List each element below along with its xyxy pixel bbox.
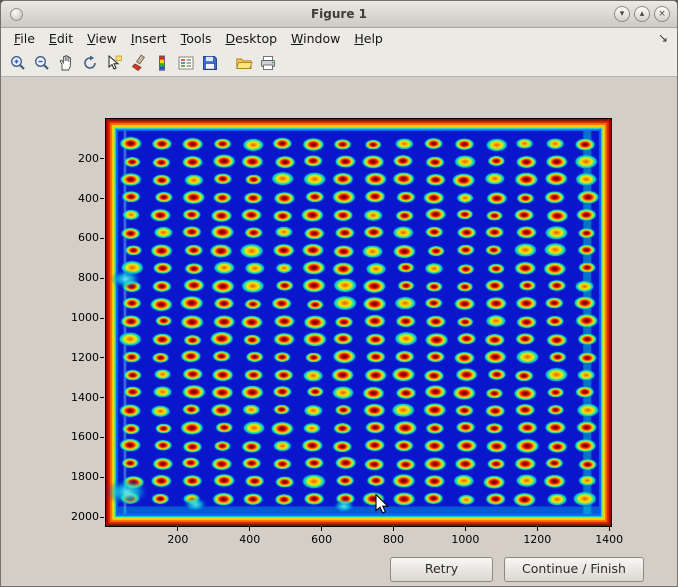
y-tick-label: 1400 [55, 391, 99, 404]
y-tick-label: 400 [55, 192, 99, 205]
y-tick-label: 600 [55, 231, 99, 244]
y-tick-mark [100, 318, 104, 319]
printer-icon [259, 54, 277, 72]
y-tick-mark [100, 437, 104, 438]
data-cursor-button[interactable] [102, 51, 125, 74]
x-tick-mark [537, 527, 538, 531]
y-tick-label: 1800 [55, 470, 99, 483]
x-tick-label: 400 [228, 533, 272, 546]
y-tick-mark [100, 477, 104, 478]
rotate-3d-button[interactable] [78, 51, 101, 74]
insert-legend-button[interactable] [174, 51, 197, 74]
x-tick-mark [177, 527, 178, 531]
open-folder-icon [235, 54, 253, 72]
shade-window-button[interactable]: ▾ [614, 6, 630, 22]
y-tick-mark [100, 158, 104, 159]
menu-bar: ↘ FileEditViewInsertToolsDesktopWindowHe… [1, 28, 677, 49]
zoom-in-icon [9, 54, 27, 72]
y-tick-mark [100, 357, 104, 358]
legend-icon [177, 54, 195, 72]
menu-item-insert[interactable]: Insert [124, 29, 174, 48]
x-tick-label: 200 [156, 533, 200, 546]
rotate-3d-icon [81, 54, 99, 72]
title-bar: Figure 1 ▾ ▴ × [1, 1, 677, 28]
data-cursor-icon [105, 54, 123, 72]
x-tick-mark [609, 527, 610, 531]
figure-canvas-area: 200 400 600 800 1000 1200 1400 200 400 600 800 1000… [1, 77, 677, 586]
y-tick-label: 1000 [55, 311, 99, 324]
print-figure-button[interactable] [256, 51, 279, 74]
x-tick-label: 800 [372, 533, 416, 546]
x-tick-mark [393, 527, 394, 531]
y-tick-label: 800 [55, 271, 99, 284]
brush-icon [129, 54, 147, 72]
x-tick-label: 600 [300, 533, 344, 546]
pan-button[interactable] [54, 51, 77, 74]
menu-item-help[interactable]: Help [347, 29, 390, 48]
zoom-in-button[interactable] [6, 51, 29, 74]
y-tick-mark [100, 238, 104, 239]
menu-item-tools[interactable]: Tools [174, 29, 219, 48]
open-file-button[interactable] [232, 51, 255, 74]
continue-finish-button[interactable]: Continue / Finish [504, 557, 644, 582]
x-tick-mark [465, 527, 466, 531]
menu-item-desktop[interactable]: Desktop [218, 29, 284, 48]
y-tick-label: 1200 [55, 351, 99, 364]
retry-button[interactable]: Retry [390, 557, 493, 582]
maximize-window-button[interactable]: ▴ [634, 6, 650, 22]
menu-item-file[interactable]: File [7, 29, 42, 48]
colorbar-icon [153, 54, 171, 72]
brush-button[interactable] [126, 51, 149, 74]
zoom-out-icon [33, 54, 51, 72]
menu-item-edit[interactable]: Edit [42, 29, 80, 48]
y-tick-mark [100, 278, 104, 279]
y-tick-mark [100, 198, 104, 199]
axes [105, 118, 612, 527]
zoom-out-button[interactable] [30, 51, 53, 74]
insert-colorbar-button[interactable] [150, 51, 173, 74]
x-tick-mark [249, 527, 250, 531]
y-tick-mark [100, 397, 104, 398]
y-tick-mark [100, 517, 104, 518]
x-tick-label: 1200 [515, 533, 559, 546]
menu-item-window[interactable]: Window [284, 29, 347, 48]
y-tick-label: 2000 [55, 510, 99, 523]
menu-item-view[interactable]: View [80, 29, 124, 48]
plate-image[interactable] [106, 119, 611, 526]
x-tick-mark [321, 527, 322, 531]
save-figure-button[interactable] [198, 51, 221, 74]
save-icon [201, 54, 219, 72]
figure-window: Figure 1 ▾ ▴ × ↘ FileEditViewInsertTools… [0, 0, 678, 587]
y-tick-label: 1600 [55, 430, 99, 443]
toolbar [1, 49, 677, 77]
close-window-button[interactable]: × [654, 6, 670, 22]
x-tick-label: 1000 [443, 533, 487, 546]
window-title: Figure 1 [1, 7, 677, 21]
pan-hand-icon [57, 54, 75, 72]
y-tick-label: 200 [55, 152, 99, 165]
x-tick-label: 1400 [587, 533, 631, 546]
dock-figure-icon[interactable]: ↘ [658, 31, 668, 45]
